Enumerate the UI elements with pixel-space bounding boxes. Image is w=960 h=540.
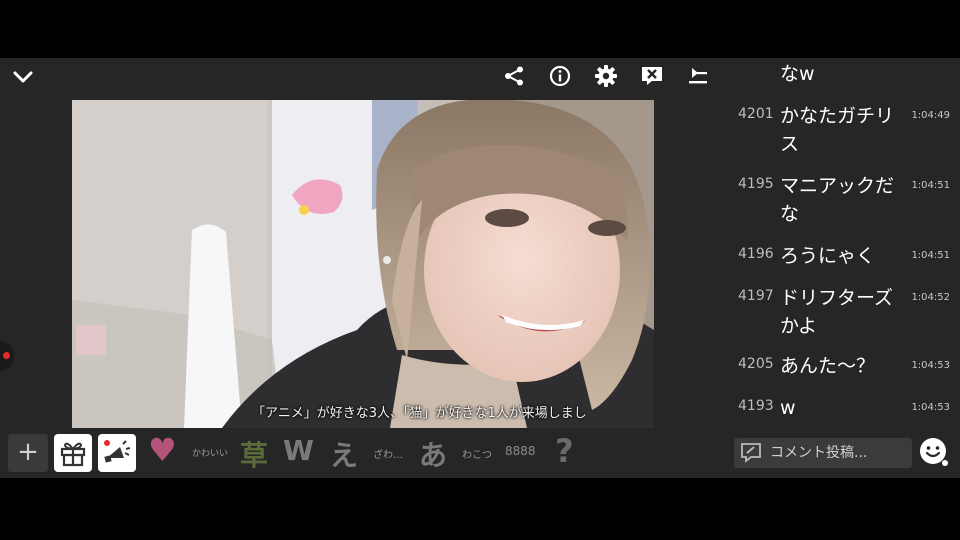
add-button[interactable]: + [8,434,48,472]
gear-icon[interactable] [592,62,620,90]
chat-time: 1:04:52 [911,292,950,303]
emoji-button[interactable] [918,436,950,468]
video-player[interactable]: 「アニメ」が好きな3人、「猫」が好きな1人が来場しまし [72,100,654,428]
gift-icon [60,442,86,467]
chat-time: 1:04:51 [911,180,950,191]
quality-icon[interactable] [684,62,712,90]
chat-panel[interactable]: なw 4201 かなたガチリス 1:04:49 4195 マニアックだな 1:0… [730,58,960,428]
comment-input[interactable] [770,438,908,468]
chat-text: あんた～？ [780,355,876,377]
kawaii-stamp[interactable]: かわいい [192,446,228,459]
comment-box[interactable] [734,438,912,468]
chat-time: 1:04:51 [911,250,950,261]
chat-time: 1:04:53 [911,360,950,371]
chat-text: ドリフターズかよ [780,287,894,337]
video-subtitle: 「アニメ」が好きな3人、「猫」が好きな1人が来場しまし [252,406,587,421]
zawa-stamp[interactable]: ざわ… [373,446,403,461]
share-icon[interactable] [500,62,528,90]
chat-number: 4201 [738,106,774,122]
video-frame [72,100,654,428]
kusa-stamp[interactable]: 草 [240,434,268,474]
chat-text: ろうにゃく [780,245,876,267]
info-icon[interactable] [546,62,574,90]
chat-number: 4205 [738,356,774,372]
announce-button[interactable] [98,434,136,472]
heart-stamp[interactable]: ♥ [148,431,177,469]
chat-text: なw [780,63,815,85]
clap-stamp[interactable]: 8888 [505,444,536,458]
chevron-down-icon[interactable] [12,66,34,88]
player-app: 「アニメ」が好きな3人、「猫」が好きな1人が来場しまし なw 4201 かなたガ… [0,58,960,478]
question-stamp[interactable]: ? [555,432,574,470]
chat-number: 4193 [738,398,774,414]
a-stamp[interactable]: あ [419,434,447,474]
chat-text: マニアックだな [780,175,895,225]
chat-text: w [780,397,796,419]
wakou-stamp[interactable]: わこつ [462,446,492,461]
chat-number: 4197 [738,288,774,304]
comment-off-icon[interactable] [638,62,666,90]
gift-button[interactable] [54,434,92,472]
e-stamp[interactable]: え [330,434,358,474]
chat-number: 4195 [738,176,774,192]
chat-text: かなたガチリス [780,105,895,155]
megaphone-icon [104,440,131,463]
player-toolbar [500,62,712,90]
chat-time: 1:04:53 [911,402,950,413]
chat-time: 1:04:49 [911,110,950,121]
chat-number: 4196 [738,246,774,262]
w-stamp[interactable]: W [283,434,314,467]
comment-edit-icon [741,443,761,463]
live-indicator[interactable] [0,341,14,371]
smiley-icon [920,438,948,466]
